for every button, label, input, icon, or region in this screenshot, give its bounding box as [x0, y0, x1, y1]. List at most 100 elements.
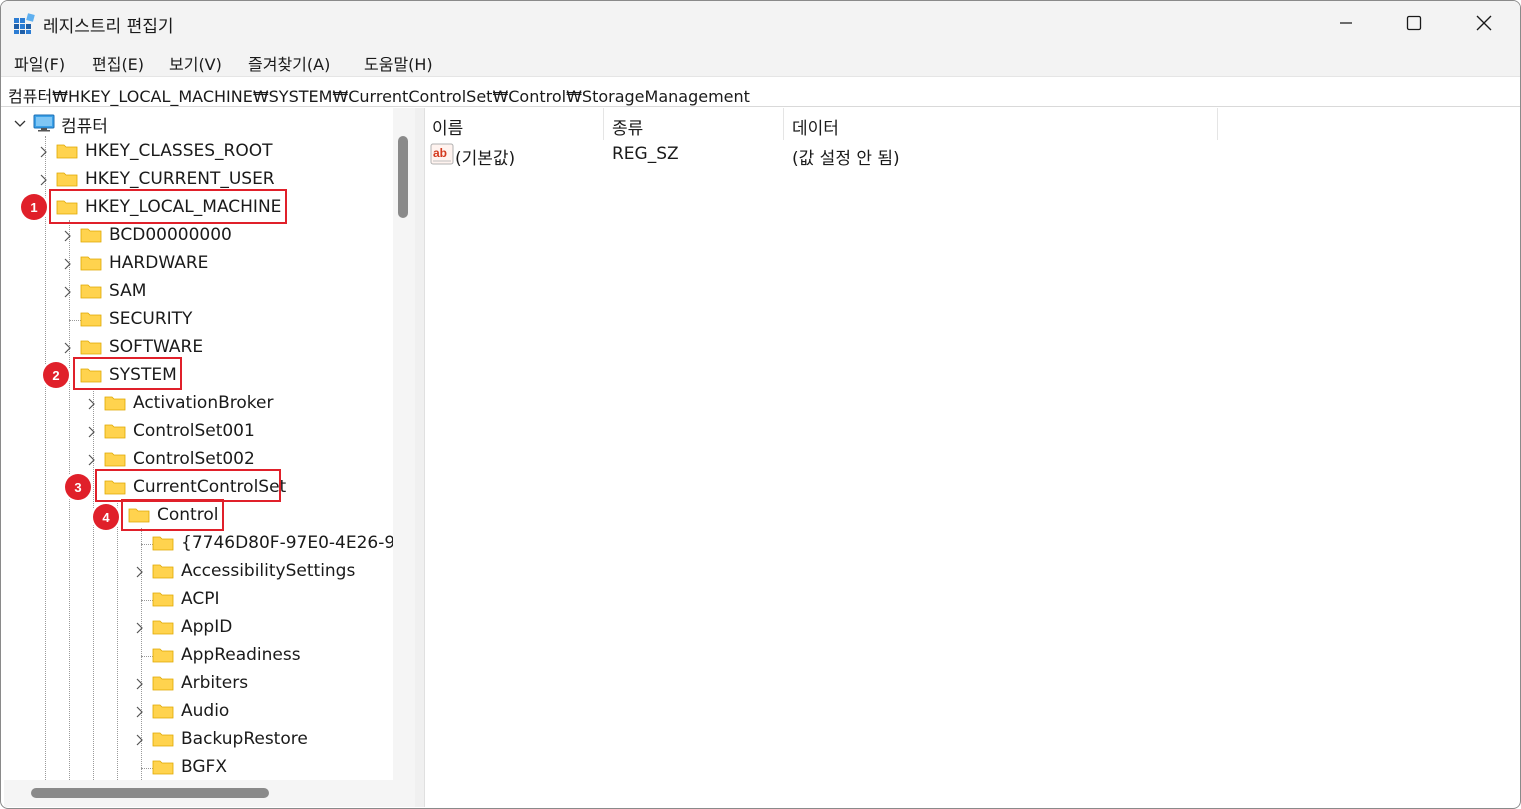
- minimize-button[interactable]: [1311, 1, 1381, 45]
- chevron-right-icon[interactable]: [37, 173, 51, 187]
- tree-item-hkey-classes-root[interactable]: HKEY_CLASSES_ROOT: [85, 141, 273, 161]
- tree-item-audio[interactable]: Audio: [181, 701, 229, 721]
- folder-icon: [152, 648, 174, 663]
- menu-file[interactable]: 파일(F): [14, 51, 65, 75]
- tree-vertical-scroll-thumb[interactable]: [398, 136, 408, 218]
- registry-editor-window: 레지스트리 편집기 파일(F) 편집(E) 보기(V) 즐겨찾기(A) 도움말(…: [0, 0, 1521, 809]
- folder-icon: [80, 228, 102, 243]
- registry-app-icon: [14, 13, 35, 34]
- tree-guide: [117, 500, 118, 780]
- column-header-name[interactable]: 이름: [432, 114, 463, 139]
- tree-item-arbiters[interactable]: Arbiters: [181, 673, 248, 693]
- menu-view[interactable]: 보기(V): [169, 51, 222, 75]
- folder-icon: [152, 732, 174, 747]
- value-data: (값 설정 안 됨): [792, 149, 900, 169]
- list-row[interactable]: ab (기본값) REG_SZ (값 설정 안 됨): [425, 142, 1515, 169]
- chevron-right-icon[interactable]: [133, 621, 147, 635]
- tree-item-guid[interactable]: {7746D80F-97E0-4E26-954: [181, 533, 415, 553]
- tree-item-software[interactable]: SOFTWARE: [109, 337, 203, 357]
- chevron-down-icon[interactable]: [13, 117, 27, 131]
- highlight-box-currentcontrolset: [95, 469, 281, 502]
- folder-icon: [152, 704, 174, 719]
- tree-guide: [69, 220, 70, 780]
- highlight-box-hklm: [49, 189, 287, 224]
- tree-item-controlset002[interactable]: ControlSet002: [133, 449, 255, 469]
- tree-item-sam[interactable]: SAM: [109, 281, 146, 301]
- column-divider[interactable]: [603, 108, 604, 140]
- values-list-pane: 이름 종류 데이터 ab (기본값) REG_SZ (값 설정 안 됨): [424, 108, 1519, 807]
- column-divider[interactable]: [783, 108, 784, 140]
- tree-root-computer[interactable]: 컴퓨터: [61, 112, 108, 137]
- tree-guide: [93, 388, 94, 780]
- menu-favorites[interactable]: 즐겨찾기(A): [248, 51, 330, 75]
- tree-item-hkey-current-user[interactable]: HKEY_CURRENT_USER: [85, 169, 275, 189]
- folder-icon: [104, 396, 126, 411]
- window-title: 레지스트리 편집기: [43, 17, 174, 37]
- tree-pane: 컴퓨터 HKEY_CLASSES_ROOT HKEY_CURRENT_USER …: [4, 108, 415, 807]
- chevron-right-icon[interactable]: [85, 453, 99, 467]
- minimize-icon: [1340, 22, 1352, 24]
- tree-item-appreadiness[interactable]: AppReadiness: [181, 645, 301, 665]
- folder-icon: [152, 592, 174, 607]
- tree-guide: [45, 136, 46, 780]
- pane-splitter[interactable]: [415, 108, 424, 807]
- computer-icon: [33, 114, 55, 132]
- folder-icon: [80, 312, 102, 327]
- menu-edit[interactable]: 편집(E): [92, 51, 144, 75]
- highlight-box-control: [121, 499, 224, 531]
- chevron-right-icon[interactable]: [61, 341, 75, 355]
- tree-item-hardware[interactable]: HARDWARE: [109, 253, 208, 273]
- address-bar[interactable]: 컴퓨터₩HKEY_LOCAL_MACHINE₩SYSTEM₩CurrentCon…: [1, 78, 1520, 107]
- highlight-box-system: [73, 357, 182, 390]
- folder-icon: [56, 172, 78, 187]
- string-value-icon: ab: [430, 143, 454, 165]
- chevron-right-icon[interactable]: [37, 145, 51, 159]
- folder-icon: [80, 284, 102, 299]
- menu-help[interactable]: 도움말(H): [364, 51, 433, 75]
- tree-item-activationbroker[interactable]: ActivationBroker: [133, 393, 273, 413]
- column-header-data[interactable]: 데이터: [792, 114, 839, 139]
- chevron-right-icon[interactable]: [85, 397, 99, 411]
- svg-text:ab: ab: [433, 146, 447, 160]
- address-path[interactable]: 컴퓨터₩HKEY_LOCAL_MACHINE₩SYSTEM₩CurrentCon…: [8, 83, 750, 107]
- chevron-right-icon[interactable]: [61, 285, 75, 299]
- folder-icon: [80, 256, 102, 271]
- menu-bar: 파일(F) 편집(E) 보기(V) 즐겨찾기(A) 도움말(H): [1, 45, 1520, 77]
- tree-item-appid[interactable]: AppID: [181, 617, 232, 637]
- step-badge-2: 2: [43, 362, 69, 388]
- tree-item-bgfx[interactable]: BGFX: [181, 757, 227, 777]
- tree-item-backuprestore[interactable]: BackupRestore: [181, 729, 308, 749]
- folder-icon: [104, 452, 126, 467]
- chevron-right-icon[interactable]: [133, 565, 147, 579]
- chevron-right-icon[interactable]: [85, 425, 99, 439]
- maximize-icon: [1406, 15, 1422, 31]
- tree-item-security[interactable]: SECURITY: [109, 309, 192, 329]
- folder-icon: [104, 424, 126, 439]
- chevron-right-icon[interactable]: [61, 257, 75, 271]
- chevron-right-icon[interactable]: [133, 677, 147, 691]
- step-badge-1: 1: [21, 194, 47, 220]
- folder-icon: [80, 340, 102, 355]
- folder-icon: [152, 760, 174, 775]
- close-icon: [1476, 15, 1492, 31]
- chevron-right-icon[interactable]: [61, 229, 75, 243]
- value-type: REG_SZ: [612, 144, 679, 164]
- folder-icon: [56, 144, 78, 159]
- column-header-type[interactable]: 종류: [612, 114, 643, 139]
- step-badge-3: 3: [65, 474, 91, 500]
- title-bar: 레지스트리 편집기: [1, 1, 1520, 45]
- chevron-right-icon[interactable]: [133, 705, 147, 719]
- value-name: (기본값): [455, 149, 516, 169]
- tree-item-bcd[interactable]: BCD00000000: [109, 225, 232, 245]
- close-button[interactable]: [1449, 1, 1519, 45]
- tree-horizontal-scroll-thumb[interactable]: [31, 788, 269, 798]
- folder-icon: [152, 564, 174, 579]
- tree-item-controlset001[interactable]: ControlSet001: [133, 421, 255, 441]
- maximize-button[interactable]: [1379, 1, 1449, 45]
- tree-item-accessibilitysettings[interactable]: AccessibilitySettings: [181, 561, 355, 581]
- column-divider[interactable]: [1217, 108, 1218, 140]
- folder-icon: [152, 620, 174, 635]
- folder-icon: [152, 536, 174, 551]
- chevron-right-icon[interactable]: [133, 733, 147, 747]
- tree-item-acpi[interactable]: ACPI: [181, 589, 219, 609]
